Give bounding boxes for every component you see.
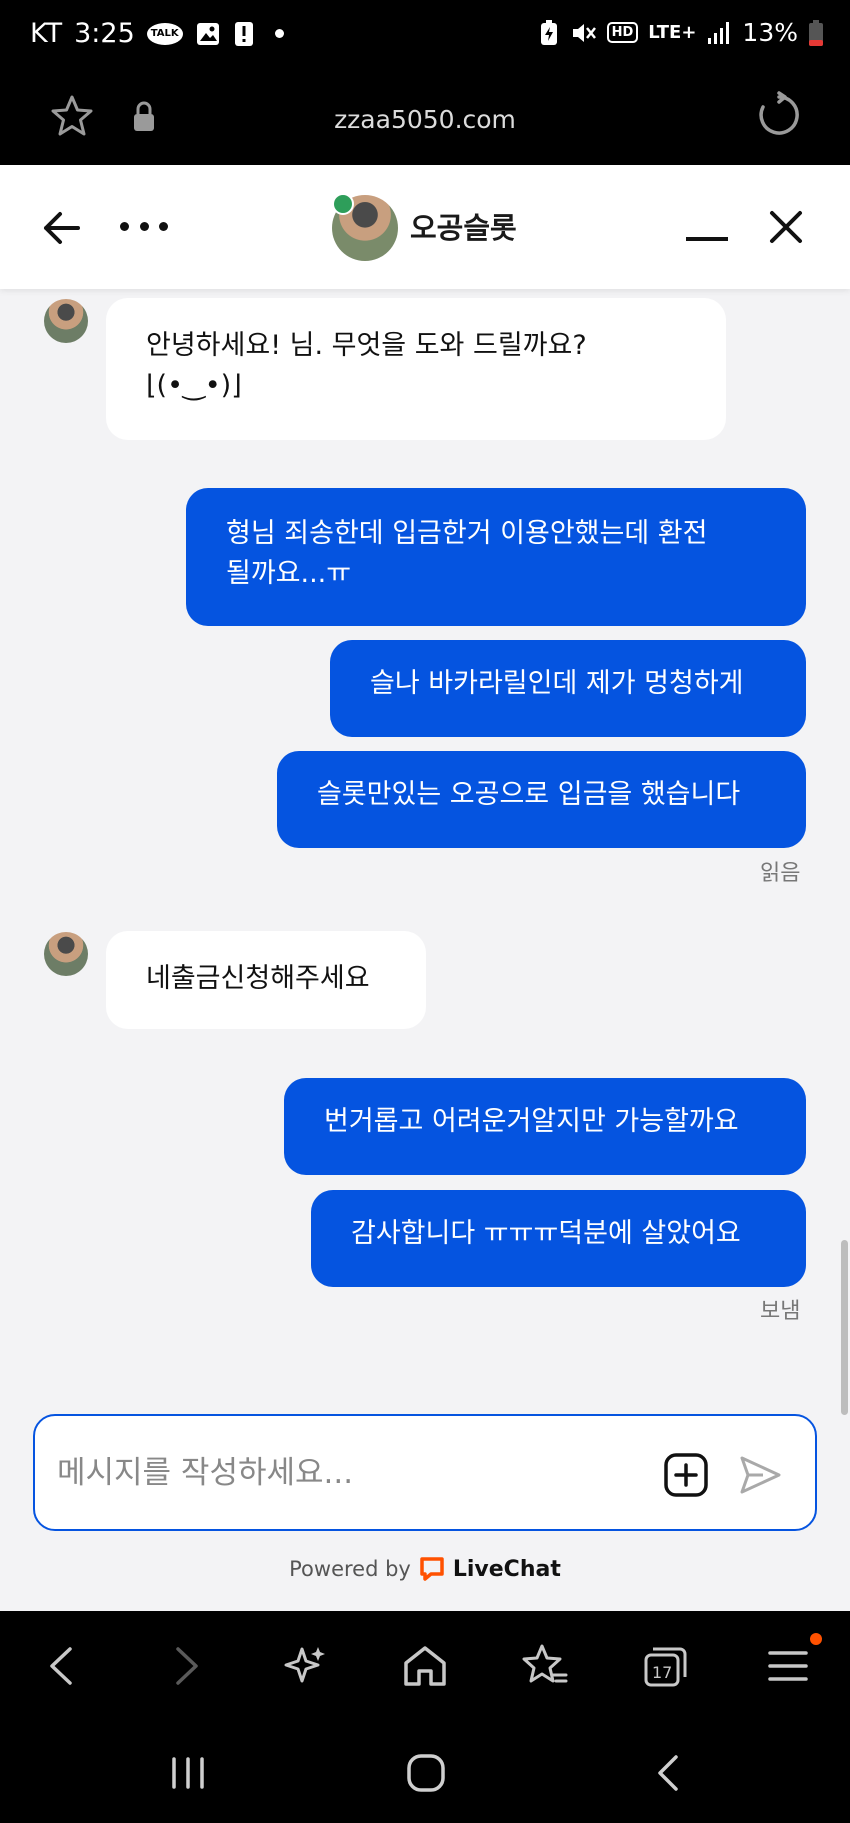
- gallery-icon: [196, 22, 219, 45]
- message-agent[interactable]: 네출금신청해주세요: [106, 931, 426, 1029]
- battery-percent: 13%: [742, 18, 798, 47]
- bookmarks-icon[interactable]: [520, 1641, 570, 1691]
- message-input[interactable]: [55, 1446, 639, 1500]
- message-user[interactable]: 슬롯만있는 오공으로 입금을 했습니다: [277, 751, 806, 848]
- recent-apps-icon[interactable]: [168, 1753, 208, 1793]
- attach-plus-icon[interactable]: [663, 1452, 709, 1498]
- minimize-icon[interactable]: [686, 227, 728, 247]
- read-receipt: 읽음: [760, 861, 801, 886]
- message-line: 슬나 바카라릴인데 제가 멍청하게: [370, 668, 744, 699]
- system-nav-bar: [0, 1721, 850, 1823]
- reload-icon[interactable]: [755, 91, 803, 139]
- chat-scrollbar[interactable]: [841, 1240, 848, 1415]
- alert-icon: [234, 21, 253, 46]
- clock: 3:25: [74, 18, 135, 49]
- powered-by-label: Powered by: [289, 1557, 411, 1581]
- system-back-icon[interactable]: [648, 1751, 688, 1795]
- livechat-logo-icon: [420, 1557, 444, 1581]
- message-line: 감사합니다 ㅠㅠㅠ덕분에 살았어요: [351, 1218, 741, 1249]
- more-options-icon[interactable]: [120, 222, 168, 234]
- message-line: 네출금신청해주세요: [146, 963, 370, 994]
- sent-receipt: 보냄: [760, 1299, 801, 1324]
- kakaotalk-icon: TALK: [146, 22, 183, 45]
- agent-avatar: [44, 299, 88, 343]
- message-composer: [33, 1414, 817, 1531]
- carrier-label: KT: [30, 18, 63, 49]
- send-icon[interactable]: [737, 1452, 783, 1498]
- message-line: 안녕하세요! 님. 무엇을 도와 드릴까요?: [146, 330, 587, 361]
- browser-back-icon[interactable]: [38, 1641, 88, 1691]
- chat-header: 오공슬롯: [0, 165, 850, 289]
- mute-icon: [572, 23, 596, 42]
- message-user[interactable]: 감사합니다 ㅠㅠㅠ덕분에 살았어요: [311, 1190, 806, 1287]
- battery-icon: [809, 19, 823, 46]
- message-line: 될까요...ㅠ: [226, 558, 352, 589]
- message-user[interactable]: 번거롭고 어려운거알지만 가능할까요: [284, 1078, 806, 1175]
- status-right: HD LTE+ 13%: [539, 18, 824, 47]
- ai-sparkle-icon[interactable]: [280, 1641, 330, 1691]
- dot-icon: [274, 29, 284, 38]
- home-button-icon[interactable]: [404, 1751, 448, 1795]
- message-line: 형님 죄송한데 입금한거 이용안했는데 환전: [226, 518, 708, 549]
- browser-forward-icon[interactable]: [160, 1641, 210, 1691]
- close-icon[interactable]: [768, 209, 804, 245]
- message-user[interactable]: 형님 죄송한데 입금한거 이용안했는데 환전 될까요...ㅠ: [186, 488, 806, 626]
- powered-by-footer: Powered by LiveChat: [0, 1556, 850, 1582]
- menu-icon[interactable]: [764, 1641, 814, 1691]
- browser-toolbar: 17: [0, 1611, 850, 1721]
- agent-avatar: [44, 932, 88, 976]
- back-arrow-icon[interactable]: [40, 207, 82, 249]
- notification-dot: [810, 1633, 822, 1645]
- tabs-icon[interactable]: 17: [640, 1641, 690, 1691]
- signal-icon: [708, 21, 730, 44]
- message-agent[interactable]: 안녕하세요! 님. 무엇을 도와 드릴까요? ⌊(•‿•)⌋: [106, 298, 726, 440]
- online-status-indicator: [332, 193, 354, 215]
- status-bar: KT 3:25 TALK HD LTE+ 13%: [0, 0, 850, 75]
- url-text[interactable]: zzaa5050.com: [0, 105, 850, 134]
- status-left: KT 3:25 TALK: [30, 18, 284, 49]
- browser-url-bar: zzaa5050.com: [0, 75, 850, 165]
- agent-name: 오공슬롯: [410, 211, 517, 245]
- message-line: 번거롭고 어려운거알지만 가능할까요: [324, 1106, 739, 1137]
- network-label: LTE+: [648, 22, 697, 43]
- battery-saver-icon: [540, 19, 557, 45]
- home-icon[interactable]: [400, 1641, 450, 1691]
- message-user[interactable]: 슬나 바카라릴인데 제가 멍청하게: [330, 640, 806, 737]
- hd-icon: HD: [606, 22, 639, 43]
- tabs-count: 17: [652, 1663, 673, 1682]
- message-line: ⌊(•‿•)⌋: [146, 370, 242, 401]
- message-line: 슬롯만있는 오공으로 입금을 했습니다: [317, 779, 741, 810]
- livechat-brand[interactable]: LiveChat: [453, 1557, 561, 1582]
